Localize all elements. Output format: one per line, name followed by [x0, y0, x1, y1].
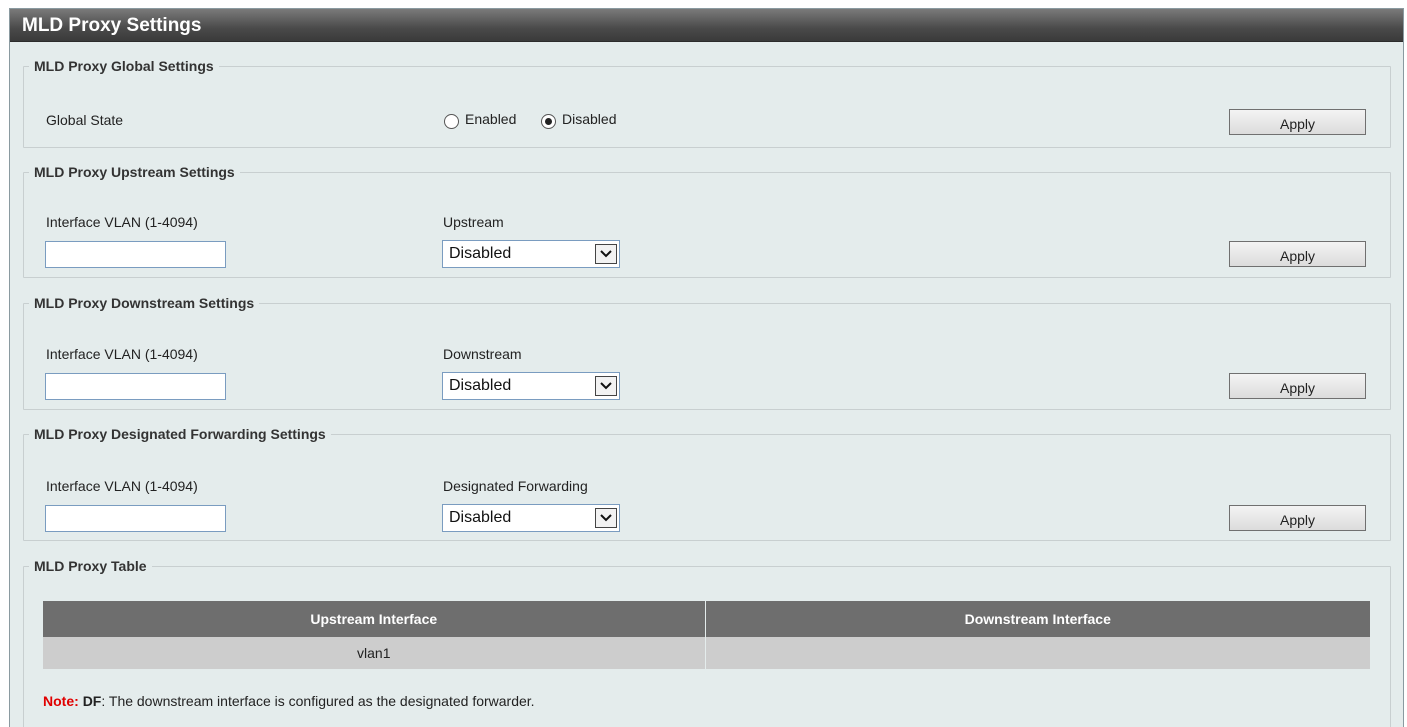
enabled-radio-label[interactable]: Enabled	[465, 111, 516, 127]
note-df: DF	[82, 693, 102, 709]
proxy-table-group: MLD Proxy Table Upstream Interface Downs…	[23, 558, 1391, 727]
chevron-down-icon	[595, 244, 617, 264]
proxy-table: Upstream Interface Downstream Interface …	[43, 601, 1370, 669]
upstream-select[interactable]: Disabled	[442, 240, 620, 268]
disabled-radio-label[interactable]: Disabled	[562, 111, 616, 127]
downstream-vlan-input[interactable]	[45, 373, 226, 400]
global-settings-group: MLD Proxy Global Settings Global State E…	[23, 58, 1391, 148]
designated-forwarding-legend: MLD Proxy Designated Forwarding Settings	[34, 426, 326, 442]
upstream-select-value: Disabled	[449, 245, 512, 262]
note-separator: :	[74, 693, 79, 709]
designated-select-label: Designated Forwarding	[443, 478, 588, 494]
global-state-label: Global State	[46, 112, 124, 128]
downstream-select-label: Downstream	[443, 346, 522, 362]
chevron-down-icon	[595, 376, 617, 396]
upstream-vlan-input[interactable]	[45, 241, 226, 268]
upstream-select-label: Upstream	[443, 214, 504, 230]
downstream-apply-button[interactable]: Apply	[1229, 373, 1366, 399]
global-settings-legend: MLD Proxy Global Settings	[34, 58, 214, 74]
column-header-downstream: Downstream Interface	[705, 601, 1370, 637]
note-body: : The downstream interface is configured…	[101, 693, 535, 709]
designated-forwarding-group: MLD Proxy Designated Forwarding Settings…	[23, 426, 1391, 541]
upstream-interface-cell: vlan1	[43, 637, 706, 669]
designated-vlan-label: Interface VLAN (1-4094)	[46, 478, 198, 494]
downstream-vlan-label: Interface VLAN (1-4094)	[46, 346, 198, 362]
chevron-down-icon	[595, 508, 617, 528]
downstream-interface-cell	[705, 637, 1370, 669]
note-text: Note: DF: The downstream interface is co…	[43, 693, 535, 709]
column-header-upstream: Upstream Interface	[43, 601, 706, 637]
designated-select-value: Disabled	[449, 509, 512, 526]
disabled-radio[interactable]	[541, 114, 556, 129]
proxy-table-legend: MLD Proxy Table	[34, 558, 147, 574]
designated-apply-button[interactable]: Apply	[1229, 505, 1366, 531]
page-title: MLD Proxy Settings	[10, 9, 1403, 42]
upstream-vlan-label: Interface VLAN (1-4094)	[46, 214, 198, 230]
downstream-settings-legend: MLD Proxy Downstream Settings	[34, 295, 255, 311]
designated-select[interactable]: Disabled	[442, 504, 620, 532]
settings-panel: MLD Proxy Settings MLD Proxy Global Sett…	[9, 8, 1404, 727]
upstream-apply-button[interactable]: Apply	[1229, 241, 1366, 267]
upstream-settings-legend: MLD Proxy Upstream Settings	[34, 164, 235, 180]
table-header-row: Upstream Interface Downstream Interface	[43, 601, 1370, 637]
downstream-select-value: Disabled	[449, 377, 512, 394]
note-label: Note	[43, 693, 75, 709]
downstream-select[interactable]: Disabled	[442, 372, 620, 400]
table-row: vlan1	[43, 637, 1370, 669]
enabled-radio[interactable]	[444, 114, 459, 129]
downstream-settings-group: MLD Proxy Downstream Settings Interface …	[23, 295, 1391, 410]
upstream-settings-group: MLD Proxy Upstream Settings Interface VL…	[23, 164, 1391, 278]
designated-vlan-input[interactable]	[45, 505, 226, 532]
global-apply-button[interactable]: Apply	[1229, 109, 1366, 135]
